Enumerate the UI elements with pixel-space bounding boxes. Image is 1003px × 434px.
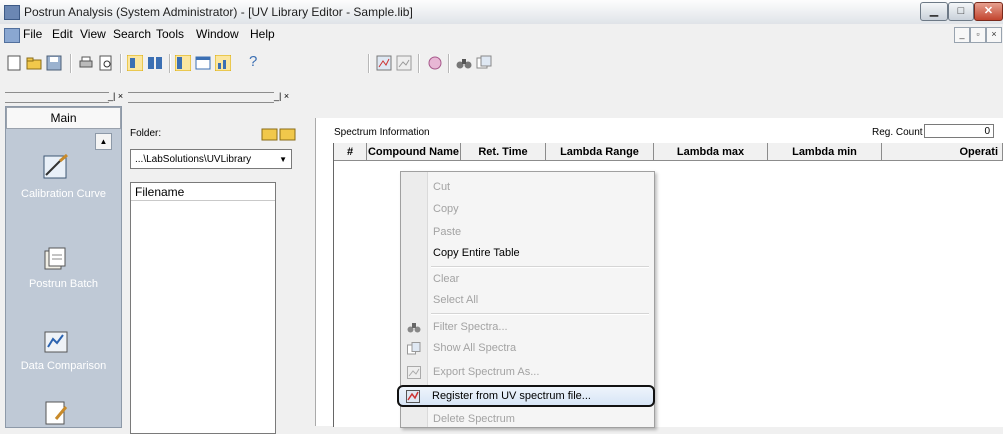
pane-chart-icon[interactable] bbox=[215, 55, 231, 71]
left-pane-gripper[interactable] bbox=[5, 92, 109, 103]
column-header-index[interactable]: # bbox=[334, 143, 367, 161]
menu-item-filter-spectra[interactable]: Filter Spectra... bbox=[433, 321, 508, 333]
file-list[interactable]: Filename bbox=[130, 182, 276, 434]
toolbar-separator bbox=[169, 54, 171, 73]
data-comparison-icon[interactable] bbox=[42, 329, 72, 357]
folder-pane-gripper[interactable] bbox=[128, 92, 274, 103]
export-icon bbox=[407, 366, 421, 379]
report-icon[interactable] bbox=[42, 399, 72, 427]
nav-calibration-curve[interactable]: Calibration Curve bbox=[6, 187, 121, 201]
menu-separator bbox=[431, 313, 649, 315]
toolbar-separator bbox=[418, 54, 420, 73]
mdi-close-button[interactable]: × bbox=[986, 27, 1002, 43]
register-label: Register from UV spectrum file... bbox=[432, 390, 591, 402]
scroll-up-button[interactable]: ▲ bbox=[95, 133, 112, 150]
export-icon[interactable] bbox=[396, 55, 412, 71]
register-icon bbox=[406, 390, 420, 403]
folder-label: Folder: bbox=[130, 128, 162, 139]
folder-pane: Folder: ...\LabSolutions\UVLibrary ▼ Fil… bbox=[128, 106, 306, 434]
show-all-icon bbox=[407, 342, 421, 355]
column-header-lambda-max[interactable]: Lambda max bbox=[654, 143, 768, 161]
spectrum-information-label: Spectrum Information bbox=[334, 127, 430, 138]
menu-help[interactable]: Help bbox=[250, 27, 275, 41]
window-title: Postrun Analysis (System Administrator) … bbox=[24, 5, 413, 19]
folder-path-value: ...\LabSolutions\UVLibrary bbox=[135, 154, 252, 165]
left-pane-controls[interactable]: _| × bbox=[108, 91, 123, 101]
menu-item-paste[interactable]: Paste bbox=[433, 226, 461, 238]
column-header-lambda-range[interactable]: Lambda Range bbox=[546, 143, 654, 161]
register-icon[interactable] bbox=[376, 55, 392, 71]
tab-main[interactable]: Main bbox=[6, 107, 121, 129]
toolbar-separator bbox=[70, 54, 72, 73]
show-all-icon[interactable] bbox=[476, 55, 492, 71]
layout-a-icon[interactable] bbox=[127, 55, 143, 71]
folder-browse-icon[interactable] bbox=[261, 125, 297, 141]
calibration-curve-icon[interactable] bbox=[42, 153, 72, 181]
pane-list-icon[interactable] bbox=[195, 55, 211, 71]
layout-b-icon[interactable] bbox=[147, 55, 163, 71]
menu-item-register-from-uv-file[interactable]: Register from UV spectrum file... bbox=[397, 385, 655, 407]
folder-pane-controls[interactable]: _| × bbox=[274, 91, 289, 101]
reg-count-field: 0 bbox=[924, 124, 994, 138]
menu-search[interactable]: Search bbox=[113, 27, 151, 41]
column-header-operation[interactable]: Operati bbox=[882, 143, 1003, 161]
open-folder-icon[interactable] bbox=[26, 55, 42, 71]
toolbar: ? bbox=[0, 47, 1003, 80]
column-header-compound-name[interactable]: Compound Name bbox=[367, 143, 461, 161]
close-button[interactable]: ✕ bbox=[974, 2, 1003, 21]
menu-item-copy[interactable]: Copy bbox=[433, 203, 459, 215]
folder-path-dropdown[interactable]: ...\LabSolutions\UVLibrary ▼ bbox=[130, 149, 292, 169]
print-icon[interactable] bbox=[78, 55, 94, 71]
menu-item-copy-entire-table[interactable]: Copy Entire Table bbox=[433, 247, 520, 259]
menu-view[interactable]: View bbox=[80, 27, 106, 41]
menu-separator bbox=[431, 266, 649, 268]
new-icon[interactable] bbox=[6, 55, 22, 71]
binoculars-icon bbox=[407, 323, 421, 333]
binoculars-icon[interactable] bbox=[456, 55, 472, 71]
toolbar-separator bbox=[368, 54, 370, 73]
menu-item-clear[interactable]: Clear bbox=[433, 273, 459, 285]
column-header-ret-time[interactable]: Ret. Time bbox=[461, 143, 546, 161]
mdi-minimize-button[interactable]: _ bbox=[954, 27, 970, 43]
postrun-batch-icon[interactable] bbox=[42, 245, 72, 273]
main-nav-pane: Main ▲ Calibration Curve Postrun Batch D… bbox=[5, 106, 122, 428]
print-preview-icon[interactable] bbox=[98, 55, 114, 71]
menu-item-cut[interactable]: Cut bbox=[433, 181, 450, 193]
menu-window[interactable]: Window bbox=[196, 27, 239, 41]
reg-count-label: Reg. Count bbox=[872, 127, 923, 138]
save-icon[interactable] bbox=[46, 55, 62, 71]
nav-data-comparison[interactable]: Data Comparison bbox=[6, 359, 121, 373]
library-icon[interactable] bbox=[427, 55, 443, 71]
menu-item-export-spectrum[interactable]: Export Spectrum As... bbox=[433, 366, 539, 378]
menu-item-delete-spectrum[interactable]: Delete Spectrum bbox=[433, 413, 515, 425]
toolbar-separator bbox=[120, 54, 122, 73]
panel-top-band bbox=[315, 106, 1003, 118]
filename-column-header[interactable]: Filename bbox=[131, 183, 275, 201]
pane-left-icon[interactable] bbox=[175, 55, 191, 71]
chevron-down-icon[interactable]: ▼ bbox=[279, 150, 287, 170]
nav-postrun-batch[interactable]: Postrun Batch bbox=[6, 277, 121, 291]
minimize-button[interactable]: ▁ bbox=[920, 2, 948, 21]
help-icon[interactable]: ? bbox=[249, 53, 257, 70]
toolbar-separator bbox=[448, 54, 450, 73]
mdi-restore-button[interactable]: ▫ bbox=[970, 27, 986, 43]
menu-item-select-all[interactable]: Select All bbox=[433, 294, 478, 306]
menu-file[interactable]: File bbox=[23, 27, 42, 41]
maximize-button[interactable]: □ bbox=[948, 2, 974, 21]
menu-edit[interactable]: Edit bbox=[52, 27, 73, 41]
app-icon bbox=[4, 5, 20, 20]
filename-header-label: Filename bbox=[135, 185, 185, 199]
column-header-lambda-min[interactable]: Lambda min bbox=[768, 143, 882, 161]
menu-item-show-all-spectra[interactable]: Show All Spectra bbox=[433, 342, 516, 354]
document-icon[interactable] bbox=[4, 28, 20, 43]
menu-tools[interactable]: Tools bbox=[156, 27, 184, 41]
